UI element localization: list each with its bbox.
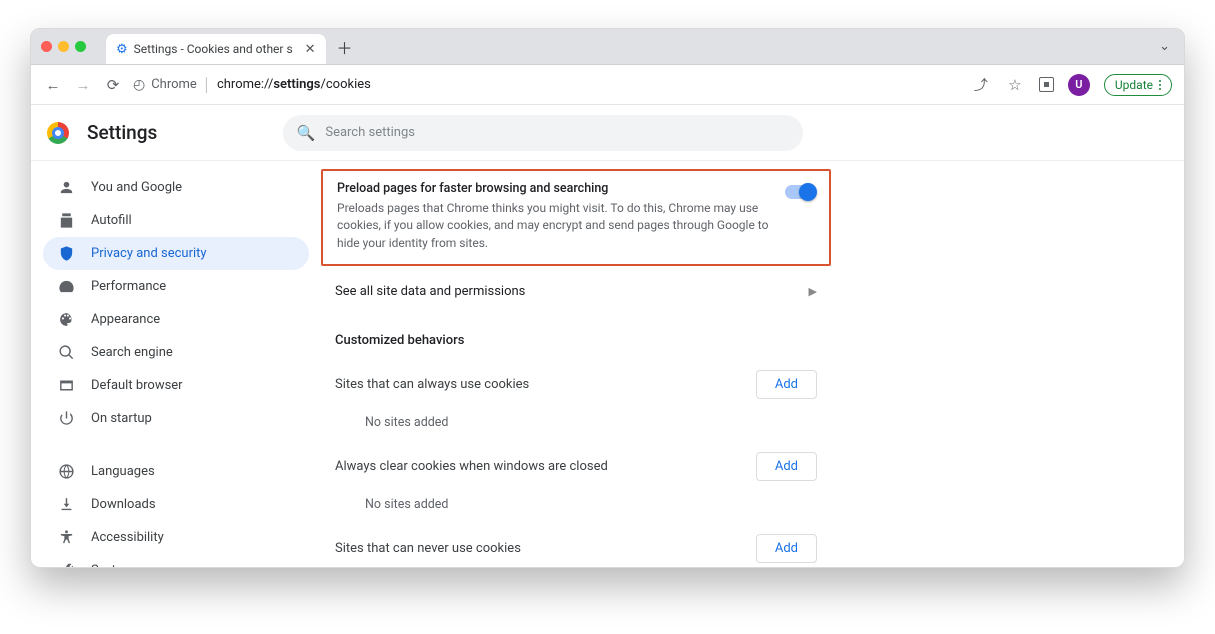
close-tab-icon[interactable]: ✕ (305, 42, 316, 57)
all-site-data-label: See all site data and permissions (335, 284, 525, 299)
sidebar-item-label: Accessibility (91, 530, 164, 545)
update-button[interactable]: Update (1104, 74, 1172, 96)
profile-avatar[interactable]: U (1068, 74, 1090, 96)
speed-icon (57, 278, 75, 295)
sidebar-item-label: System (91, 563, 134, 567)
preload-pages-setting: Preload pages for faster browsing and se… (321, 169, 831, 266)
new-tab-button[interactable]: ＋ (332, 34, 358, 60)
url-prefix: chrome:// (217, 77, 273, 92)
power-icon (57, 410, 75, 427)
preload-toggle[interactable] (785, 185, 815, 199)
search-icon (57, 344, 75, 361)
sidebar-item-languages[interactable]: Languages (43, 455, 309, 488)
extensions-icon[interactable] (1039, 77, 1054, 92)
menu-dots-icon (1159, 80, 1161, 90)
window-max-dot[interactable] (75, 41, 86, 52)
forward-button: → (73, 76, 93, 94)
sidebar-item-you-and-google[interactable]: You and Google (43, 171, 309, 204)
search-settings-input[interactable]: 🔍 Search settings (283, 115, 803, 151)
shield-icon (57, 245, 75, 262)
sidebar-item-label: On startup (91, 411, 152, 426)
window-min-dot[interactable] (58, 41, 69, 52)
no-sites-label: No sites added (321, 403, 831, 438)
sidebar-item-label: Privacy and security (91, 246, 207, 261)
bookmark-icon[interactable]: ☆ (1005, 76, 1025, 94)
url-origin: Chrome (151, 77, 197, 92)
person-icon (57, 179, 75, 196)
tabs-dropdown-icon[interactable]: ⌄ (1159, 39, 1184, 54)
reload-button[interactable]: ⟳ (103, 76, 123, 94)
sidebar-item-label: Autofill (91, 213, 132, 228)
sidebar-item-accessibility[interactable]: Accessibility (43, 521, 309, 554)
sidebar-item-label: Appearance (91, 312, 160, 327)
sidebar-item-downloads[interactable]: Downloads (43, 488, 309, 521)
add-site-button[interactable]: Add (756, 452, 817, 481)
settings-sidebar: You and Google Autofill Privacy and securi… (31, 161, 321, 567)
row-label: Always clear cookies when windows are cl… (335, 459, 608, 474)
sidebar-item-label: Performance (91, 279, 166, 294)
sidebar-item-autofill[interactable]: Autofill (43, 204, 309, 237)
chevron-right-icon: ▶ (809, 285, 817, 298)
browser-toolbar: ← → ⟳ ◴ Chrome │ chrome://settings/cooki… (31, 65, 1184, 105)
sidebar-item-label: You and Google (91, 180, 182, 195)
preload-description: Preloads pages that Chrome thinks you mi… (337, 200, 773, 252)
browser-tab[interactable]: ⚙ Settings - Cookies and other s ✕ (106, 34, 326, 64)
download-icon (57, 496, 75, 513)
sidebar-item-label: Default browser (91, 378, 183, 393)
site-info-icon[interactable]: ◴ (133, 77, 145, 93)
cookie-behavior-row: Always clear cookies when windows are cl… (321, 438, 831, 485)
sidebar-item-system[interactable]: System (43, 554, 309, 567)
palette-icon (57, 311, 75, 328)
gear-icon: ⚙ (116, 42, 128, 57)
browser-window: ⚙ Settings - Cookies and other s ✕ ＋ ⌄ ←… (30, 28, 1185, 568)
update-label: Update (1115, 78, 1153, 92)
sidebar-item-search-engine[interactable]: Search engine (43, 336, 309, 369)
autofill-icon (57, 212, 75, 229)
no-sites-label: No sites added (321, 485, 831, 520)
page-title: Settings (87, 121, 157, 144)
sidebar-item-appearance[interactable]: Appearance (43, 303, 309, 336)
settings-header: Settings 🔍 Search settings (31, 105, 1184, 161)
tab-title: Settings - Cookies and other s (134, 42, 293, 56)
search-icon: 🔍 (297, 124, 316, 142)
window-icon (57, 377, 75, 394)
all-site-data-link[interactable]: See all site data and permissions ▶ (321, 266, 831, 313)
access-icon (57, 529, 75, 546)
wrench-icon (57, 562, 75, 567)
sidebar-item-performance[interactable]: Performance (43, 270, 309, 303)
sidebar-item-privacy-and-security[interactable]: Privacy and security (43, 237, 309, 270)
add-site-button[interactable]: Add (756, 370, 817, 399)
sidebar-item-on-startup[interactable]: On startup (43, 402, 309, 435)
cookie-behavior-row: Sites that can always use cookies Add (321, 356, 831, 403)
sidebar-item-label: Downloads (91, 497, 156, 512)
settings-main: Preload pages for faster browsing and se… (321, 161, 1184, 567)
back-button[interactable]: ← (43, 76, 63, 94)
sidebar-item-label: Languages (91, 464, 155, 479)
share-icon[interactable]: ⤴ (971, 75, 991, 95)
window-close-dot[interactable] (41, 41, 52, 52)
sidebar-item-label: Search engine (91, 345, 173, 360)
chrome-logo-icon (47, 122, 69, 144)
row-label: Sites that can never use cookies (335, 541, 521, 556)
cookie-behavior-row: Sites that can never use cookies Add (321, 520, 831, 567)
add-site-button[interactable]: Add (756, 534, 817, 563)
globe-icon (57, 463, 75, 480)
sidebar-item-default-browser[interactable]: Default browser (43, 369, 309, 402)
row-label: Sites that can always use cookies (335, 377, 529, 392)
url-bold: settings (273, 77, 320, 92)
tab-strip: ⚙ Settings - Cookies and other s ✕ ＋ ⌄ (31, 29, 1184, 65)
preload-title: Preload pages for faster browsing and se… (337, 181, 773, 196)
search-placeholder: Search settings (325, 125, 415, 140)
customized-behaviors-title: Customized behaviors (321, 313, 831, 356)
url-suffix: /cookies (321, 77, 371, 92)
address-bar[interactable]: ◴ Chrome │ chrome://settings/cookies (133, 77, 961, 93)
